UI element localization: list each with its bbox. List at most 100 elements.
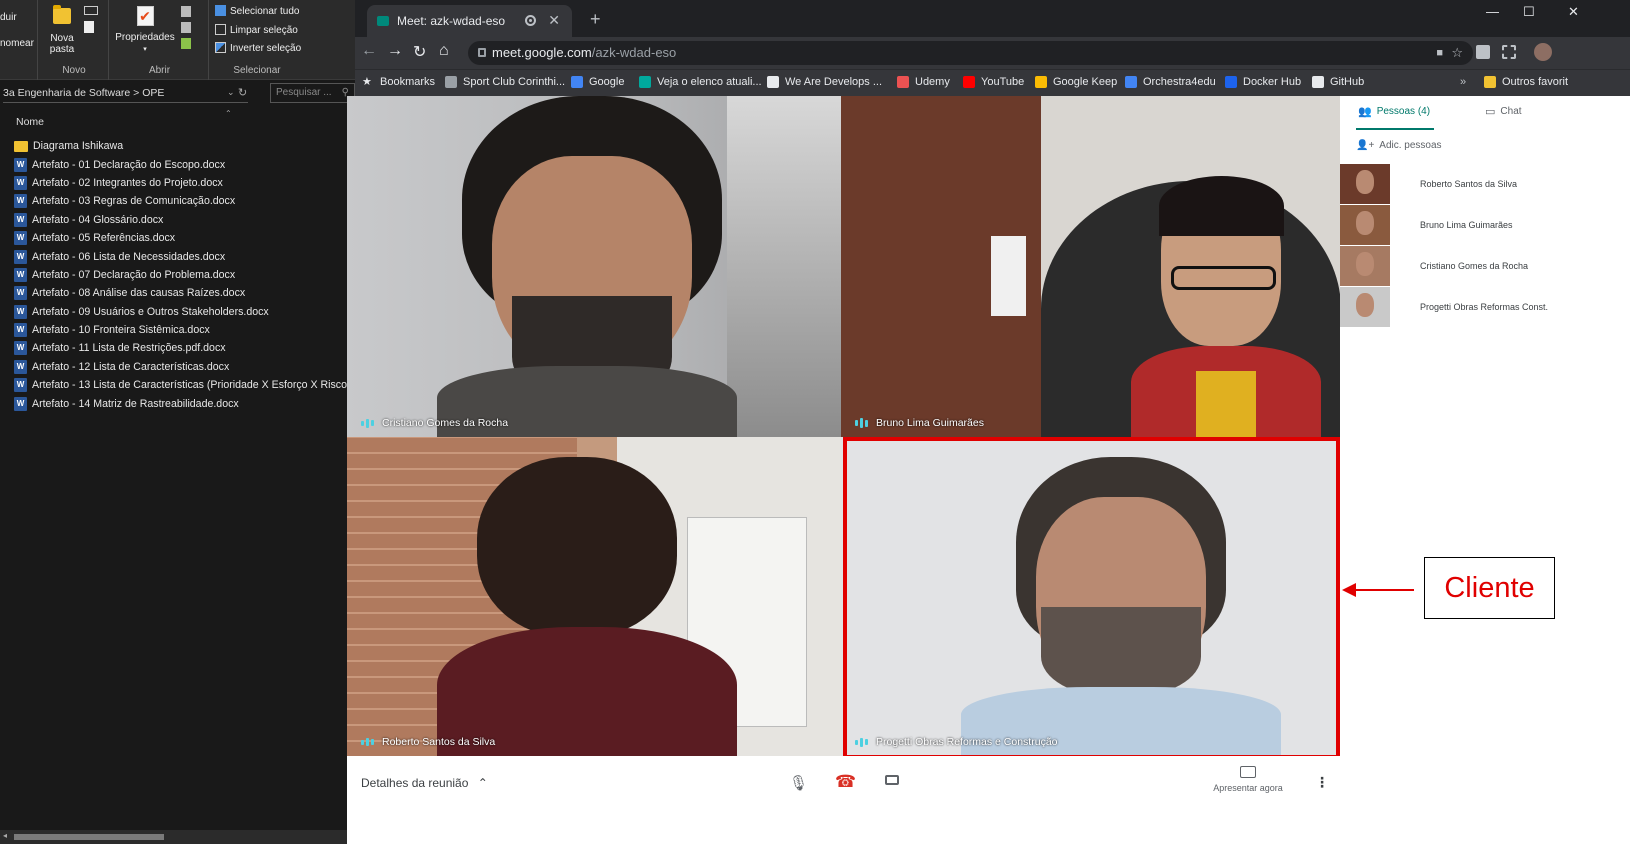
- file-item[interactable]: W Artefato - 06 Lista de Necessidades.doc…: [14, 247, 361, 265]
- bookmark-item[interactable]: YouTube: [963, 76, 1024, 88]
- home-icon[interactable]: ⌂: [439, 42, 449, 60]
- file-item[interactable]: W Artefato - 03 Regras de Comunicação.doc…: [14, 192, 361, 210]
- file-item[interactable]: W Artefato - 10 Fronteira Sistêmica.docx: [14, 321, 361, 339]
- file-name: Artefato - 09 Usuários e Outros Stakehol…: [32, 305, 269, 318]
- bookmark-item[interactable]: Docker Hub: [1225, 76, 1301, 88]
- file-item[interactable]: W Artefato - 08 Análise das causas Raízes…: [14, 284, 361, 302]
- properties-button[interactable]: ✔ Propriedades ▾: [115, 6, 175, 55]
- tab-people-label: Pessoas (4): [1376, 106, 1431, 117]
- bookmarks-star-item[interactable]: ★ Bookmarks: [362, 76, 435, 88]
- column-header-name[interactable]: Nome ⌃: [0, 109, 361, 132]
- file-item[interactable]: W Artefato - 11 Lista de Restrições.pdf.d…: [14, 339, 361, 357]
- people-icon: 👥: [1358, 106, 1372, 118]
- extension-icon[interactable]: [1476, 45, 1490, 59]
- bookmark-item[interactable]: Sport Club Corinthi...: [445, 76, 565, 88]
- forward-icon[interactable]: →: [387, 42, 403, 60]
- close-tab-icon[interactable]: ✕: [548, 12, 560, 29]
- select-all-button[interactable]: Selecionar tudo: [215, 5, 305, 17]
- cut-button[interactable]: duir: [0, 12, 36, 23]
- participant-row[interactable]: Roberto Santos da Silva: [1340, 164, 1630, 204]
- scroll-left-icon[interactable]: ◂: [3, 831, 7, 840]
- word-document-icon: W: [14, 194, 27, 209]
- video-tile[interactable]: Bruno Lima Guimarães: [841, 96, 1340, 437]
- camera-icon[interactable]: ■: [1436, 41, 1443, 65]
- star-icon[interactable]: ☆: [1451, 41, 1463, 65]
- bookmark-item[interactable]: GitHub: [1312, 76, 1364, 88]
- bookmark-item[interactable]: Veja o elenco atuali...: [639, 76, 762, 88]
- bookmark-item[interactable]: Google Keep: [1035, 76, 1117, 88]
- screenshot-extension-icon[interactable]: [1502, 45, 1516, 59]
- more-options-icon[interactable]: ⋮: [1315, 774, 1329, 791]
- file-item[interactable]: W Artefato - 14 Matriz de Rastreabilidade…: [14, 394, 361, 412]
- video-tile[interactable]: Roberto Santos da Silva: [347, 437, 841, 756]
- file-item[interactable]: W Artefato - 02 Integrantes do Projeto.do…: [14, 174, 361, 192]
- bookmark-item[interactable]: Google: [571, 76, 624, 88]
- camera-toggle-icon[interactable]: [885, 775, 899, 785]
- tab-people[interactable]: 👥 Pessoas (4): [1358, 105, 1430, 118]
- file-list: Diagrama Ishikawa W Artefato - 01 Declaraç…: [14, 137, 361, 413]
- profile-avatar[interactable]: [1534, 43, 1552, 61]
- bookmark-item[interactable]: Orchestra4edu: [1125, 76, 1216, 88]
- chevron-down-icon[interactable]: ⌄: [227, 87, 235, 98]
- file-item[interactable]: W Artefato - 04 Glossário.docx: [14, 211, 361, 229]
- refresh-icon[interactable]: ↻: [238, 86, 247, 99]
- bookmark-favicon-icon: [445, 76, 457, 88]
- active-tab-indicator: [1356, 128, 1434, 130]
- rename-button[interactable]: nomear: [0, 38, 36, 49]
- hang-up-icon[interactable]: ☎: [835, 772, 856, 792]
- clear-selection-button[interactable]: Limpar seleção: [215, 24, 305, 36]
- present-now-button[interactable]: Apresentar agora: [1213, 766, 1283, 793]
- reload-icon[interactable]: ↻: [413, 42, 426, 62]
- file-item[interactable]: W Artefato - 07 Declaração do Problema.do…: [14, 266, 361, 284]
- bookmark-favicon-icon: [1125, 76, 1137, 88]
- meeting-details-button[interactable]: Detalhes da reunião ⌃: [361, 776, 488, 790]
- more-bookmarks-icon[interactable]: »: [1460, 76, 1466, 88]
- word-document-icon: W: [14, 396, 27, 411]
- new-tab-button[interactable]: +: [590, 9, 601, 30]
- word-document-icon: W: [14, 249, 27, 264]
- address-bar[interactable]: meet.google.com/azk-wdad-eso ■ ☆: [468, 41, 1473, 65]
- add-people-button[interactable]: 👤+ Adic. pessoas: [1356, 140, 1442, 151]
- word-document-icon: W: [14, 359, 27, 374]
- bookmark-item[interactable]: We Are Develops ...: [767, 76, 882, 88]
- file-name: Diagrama Ishikawa: [33, 140, 124, 153]
- word-document-icon: W: [14, 304, 27, 319]
- file-item[interactable]: W Artefato - 01 Declaração do Escopo.docx: [14, 155, 361, 173]
- select-all-label: Selecionar tudo: [230, 6, 300, 17]
- tab-chat[interactable]: ▭ Chat: [1485, 105, 1522, 118]
- back-icon[interactable]: ←: [361, 42, 377, 60]
- chevron-up-icon: ⌃: [477, 776, 488, 790]
- address-path[interactable]: 3a Engenharia de Software > OPE: [3, 87, 248, 103]
- annotation-arrow: [1344, 589, 1414, 591]
- video-tile[interactable]: Cristiano Gomes da Rocha: [347, 96, 841, 437]
- file-name: Artefato - 07 Declaração do Problema.doc…: [32, 268, 236, 281]
- invert-selection-button[interactable]: Inverter seleção: [215, 42, 305, 54]
- ribbon-group-open: ✔ Propriedades ▾ Abrir: [111, 0, 209, 80]
- file-item[interactable]: W Artefato - 05 Referências.docx: [14, 229, 361, 247]
- ribbon-group-organize: duir nomear: [0, 0, 38, 80]
- new-item-icon[interactable]: [84, 6, 104, 33]
- file-item[interactable]: W Artefato - 12 Lista de Características.…: [14, 358, 361, 376]
- file-item[interactable]: W Artefato - 09 Usuários e Outros Stakeho…: [14, 303, 361, 321]
- ribbon-group-new: Nova pasta Novo: [40, 0, 109, 80]
- maximize-button[interactable]: ☐: [1523, 4, 1535, 20]
- new-folder-button[interactable]: Nova pasta: [46, 5, 78, 55]
- participant-row[interactable]: Progetti Obras Reformas Const.: [1340, 287, 1630, 327]
- participant-row[interactable]: Cristiano Gomes da Rocha: [1340, 246, 1630, 286]
- bookmark-item[interactable]: Udemy: [897, 76, 950, 88]
- file-name: Artefato - 13 Lista de Características (…: [32, 379, 361, 392]
- participant-row[interactable]: Bruno Lima Guimarães: [1340, 205, 1630, 245]
- file-item[interactable]: W Artefato - 13 Lista de Características …: [14, 376, 361, 394]
- folder-item[interactable]: Diagrama Ishikawa: [14, 137, 361, 155]
- open-icons[interactable]: [181, 6, 195, 49]
- search-input[interactable]: Pesquisar ... ⚲: [270, 83, 355, 103]
- folder-icon: [53, 5, 71, 24]
- browser-window: Meet: azk-wdad-eso ✕ + — ☐ ✕ ← → ↻ ⌂ mee…: [355, 0, 1630, 96]
- scroll-thumb[interactable]: [14, 834, 164, 840]
- microphone-icon[interactable]: 🎙: [789, 774, 808, 792]
- other-bookmarks-folder[interactable]: Outros favorit: [1484, 76, 1568, 88]
- close-window-button[interactable]: ✕: [1568, 4, 1579, 20]
- minimize-button[interactable]: —: [1486, 4, 1499, 19]
- tab-meet[interactable]: Meet: azk-wdad-eso ✕: [367, 5, 572, 37]
- horizontal-scrollbar[interactable]: ◂: [0, 830, 361, 844]
